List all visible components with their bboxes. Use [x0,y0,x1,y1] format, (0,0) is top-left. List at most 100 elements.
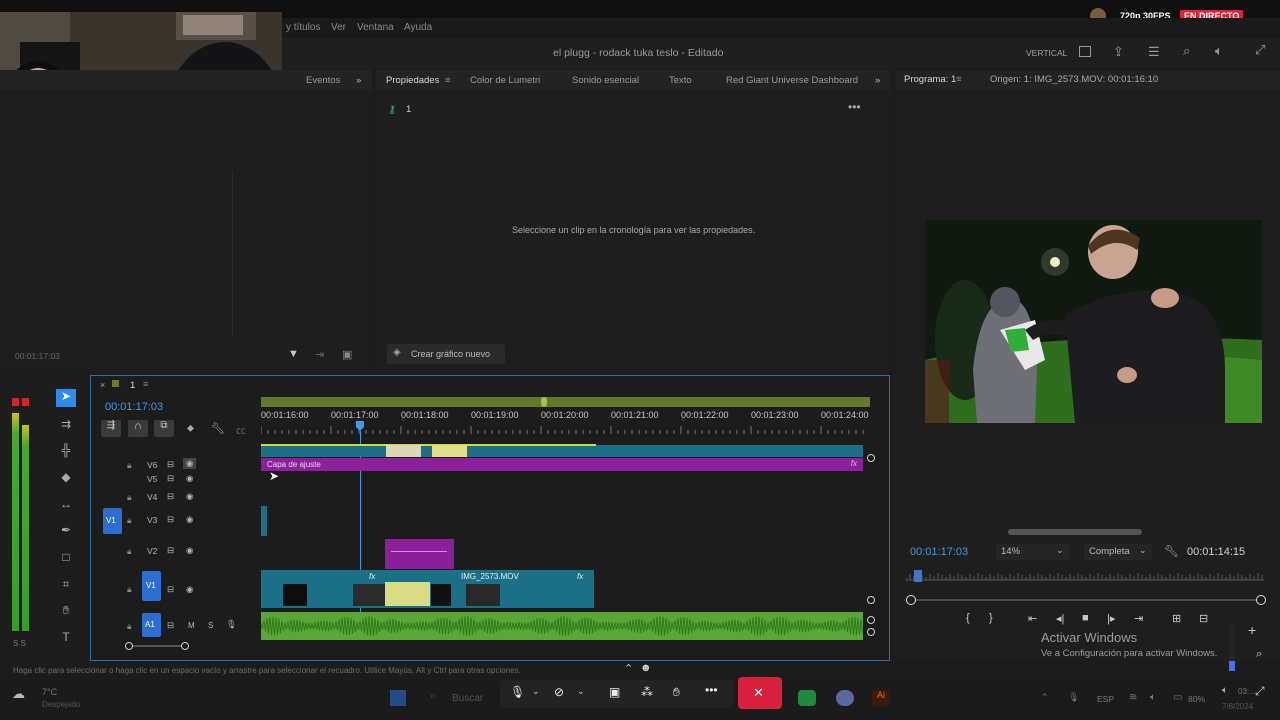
eye-icon[interactable]: ◉ [186,514,193,525]
program-zoom-bar[interactable] [906,595,1266,605]
tab-lumetri-color[interactable]: Color de Lumetri [470,75,540,86]
tab-properties-menu-icon[interactable]: ≡ [445,75,451,86]
menu-item-titles[interactable]: y títulos [286,22,320,33]
fullscreen-icon[interactable]: ⤢ [1255,684,1265,699]
chevron-down-icon[interactable]: ⌄ [577,686,585,697]
sync-lock-icon[interactable]: ⊟ [167,491,174,502]
chevron-up-icon[interactable]: ⌃ [624,662,633,675]
go-to-in-icon[interactable]: ⇤ [1028,612,1037,625]
sync-lock-icon[interactable]: ⊟ [167,545,174,556]
sequence-tab[interactable]: 1 [130,380,135,391]
app-icon-illustrator[interactable]: Ai [872,690,890,706]
eye-icon[interactable]: ◉ [186,491,193,502]
timeline-timecode[interactable]: 00:01:17:03 [105,401,163,413]
lock-icon[interactable]: 🔒︎ [127,515,132,526]
lock-icon[interactable]: 🔒︎ [127,584,132,595]
forward-icon[interactable]: ⇥ [315,348,324,361]
sync-lock-icon[interactable]: ⊟ [167,514,174,525]
tab-essential-sound[interactable]: Sonido esencial [572,75,639,86]
mark-out-icon[interactable]: } [989,612,993,624]
menu-item-window[interactable]: Ventana [357,22,394,33]
nest-toggle-icon[interactable]: ⇶ [101,420,121,437]
audio-scroll-top[interactable] [867,616,875,624]
lock-icon[interactable]: 🔒︎ [127,546,132,557]
folder-icon[interactable]: ▣ [342,348,352,361]
wrench-icon[interactable]: 🔧︎ [211,422,225,435]
eye-icon[interactable]: ◉ [186,584,193,595]
stop-icon[interactable]: ■ [1082,612,1089,624]
add-button-icon[interactable]: + [1248,622,1256,638]
panel-layout-icon[interactable] [1079,46,1091,57]
go-to-out-icon[interactable]: ⇥ [1134,612,1143,625]
microphone-icon[interactable]: 🎙︎ [226,619,237,630]
step-back-icon[interactable]: ◂| [1056,612,1064,625]
add-marker-icon[interactable]: ⬥ [187,423,194,434]
close-icon[interactable]: × [100,380,105,390]
share-icon[interactable]: ⇪ [1113,44,1124,60]
taskbar-search[interactable]: Buscar [452,693,483,704]
snap-icon[interactable]: ∩ [128,420,148,437]
pen-tool-icon[interactable]: ✒ [56,523,76,541]
captions-icon[interactable]: ㏄ [236,422,246,437]
step-forward-icon[interactable]: |▸ [1107,612,1115,625]
microphone-icon[interactable]: 🎙︎ [1068,692,1079,703]
share-screen-icon[interactable]: ▣ [609,685,620,699]
workspace-label[interactable]: VERTICAL [1026,48,1067,58]
chevron-down-icon[interactable]: ⌄ [532,686,540,697]
more-options-icon[interactable]: ••• [848,100,861,114]
camera-off-icon[interactable]: ⊘ [554,685,564,699]
reactions-icon[interactable]: ✋︎ [673,685,680,700]
program-mini-ruler[interactable] [906,570,1264,584]
audio-clip-a1[interactable] [261,612,863,640]
more-tabs-icon[interactable]: » [356,75,361,86]
tab-red-giant[interactable]: Red Giant Universe Dashboard [726,75,858,86]
list-icon[interactable]: ☰ [1148,44,1160,60]
sync-lock-icon[interactable]: ⊟ [167,473,174,484]
eye-icon[interactable]: ◉ [186,473,193,484]
lock-icon[interactable]: 🔒︎ [127,492,132,503]
source-patch-v1[interactable]: V1 [103,508,122,534]
volume-icon[interactable]: 🔈︎ [1215,43,1223,59]
program-timecode[interactable]: 00:01:17:03 [910,546,968,558]
sequence-menu-icon[interactable]: ≡ [143,379,148,389]
sync-lock-icon[interactable]: ⊟ [167,620,174,631]
track-target-v1[interactable]: V1 [142,571,161,601]
mute-button[interactable]: M [188,621,195,630]
program-scrollbar[interactable] [1008,529,1142,535]
lift-icon[interactable]: ⊞ [1172,612,1181,625]
adjustment-layer-clip[interactable]: Capa de ajuste fx [261,458,863,471]
clip-v2[interactable] [385,539,454,569]
new-graphic-button[interactable]: ◈ Crear gráfico nuevo [387,344,505,364]
zoom-select[interactable]: 14% ⌄ [996,544,1070,560]
vertical-scroll-top[interactable] [867,454,875,462]
clip-v3[interactable] [261,506,267,536]
mark-in-icon[interactable]: { [966,612,970,624]
sync-lock-icon[interactable]: ⊟ [167,584,174,595]
filter-icon[interactable]: ▼ [288,348,299,360]
horizontal-zoom-bar[interactable] [125,642,189,650]
tab-program[interactable]: Programa: 1 [904,74,956,85]
app-icon-green[interactable] [798,690,816,706]
tab-events[interactable]: Eventos [306,75,340,86]
windows-start-icon[interactable] [390,690,406,706]
battery-icon[interactable]: ▭ [1173,692,1182,703]
app-icon-discord[interactable] [836,690,854,706]
sync-lock-icon[interactable]: ⊟ [167,459,174,470]
linked-selection-icon[interactable]: ⧉ [154,420,174,437]
eye-icon[interactable]: ◉ [186,545,193,556]
clip-v7-top[interactable] [261,445,863,457]
program-menu-icon[interactable]: ≡ [956,74,962,85]
chevron-up-icon[interactable]: ⌃ [1041,692,1049,703]
menu-item-help[interactable]: Ayuda [404,22,432,33]
tab-properties[interactable]: Propiedades [386,75,439,86]
participants-icon[interactable]: ☻ [640,662,652,674]
lock-icon[interactable]: 🔒︎ [127,460,132,471]
volume-slider[interactable] [1229,625,1235,671]
solo-button[interactable]: S [208,621,213,630]
vertical-scroll-bottom[interactable] [867,596,875,604]
razor-tool-icon[interactable]: ◆ [56,470,76,488]
crop-tool-icon[interactable]: ⌗ [56,577,76,595]
menu-item-view[interactable]: Ver [331,22,346,33]
type-tool-icon[interactable]: T [56,630,76,648]
extract-icon[interactable]: ⊟ [1199,612,1208,625]
